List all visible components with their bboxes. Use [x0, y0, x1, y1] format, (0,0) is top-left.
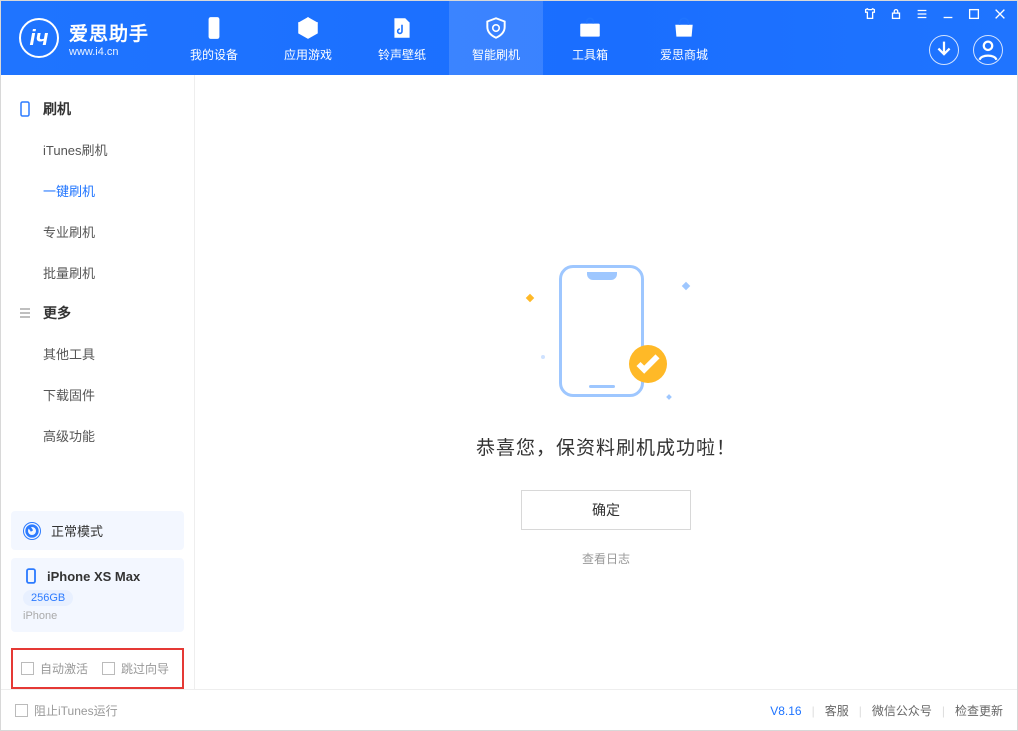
menu-icon[interactable]: [915, 7, 929, 21]
toolbox-icon: [576, 14, 604, 42]
app-url: www.i4.cn: [69, 46, 149, 58]
checkbox-skip-wizard[interactable]: 跳过向导: [102, 660, 169, 677]
close-icon[interactable]: [993, 7, 1007, 21]
sidebar-item-pro-flash[interactable]: 专业刷机: [1, 211, 194, 252]
refresh-shield-icon: [482, 14, 510, 42]
list-icon: [17, 305, 33, 321]
header-actions: [929, 35, 1003, 65]
support-link[interactable]: 客服: [825, 702, 849, 719]
window-controls: [863, 7, 1007, 21]
tshirt-icon[interactable]: [863, 7, 877, 21]
checkbox-icon: [102, 662, 115, 675]
checkbox-auto-activate[interactable]: 自动激活: [21, 660, 88, 677]
nav-store[interactable]: 爱思商城: [637, 1, 731, 75]
section-more: 更多: [1, 293, 194, 333]
sidebar-item-one-click-flash[interactable]: 一键刷机: [1, 170, 194, 211]
device-capacity: 256GB: [23, 590, 73, 606]
ok-button[interactable]: 确定: [521, 490, 691, 530]
download-button[interactable]: [929, 35, 959, 65]
device-type: iPhone: [23, 610, 172, 622]
status-bar: 阻止iTunes运行 V8.16 | 客服 | 微信公众号 | 检查更新: [1, 689, 1017, 731]
app-logo: iч 爱思助手 www.i4.cn: [1, 18, 167, 58]
app-name: 爱思助手: [69, 19, 149, 46]
device-phone-icon: [23, 568, 39, 584]
nav-toolbox[interactable]: 工具箱: [543, 1, 637, 75]
mode-icon: [23, 522, 41, 540]
success-illustration: [521, 265, 691, 405]
sidebar-item-advanced[interactable]: 高级功能: [1, 415, 194, 456]
phone-icon: [200, 14, 228, 42]
sidebar-item-download-firmware[interactable]: 下载固件: [1, 374, 194, 415]
logo-icon: iч: [19, 18, 59, 58]
sidebar-item-batch-flash[interactable]: 批量刷机: [1, 252, 194, 293]
cube-icon: [294, 14, 322, 42]
success-message: 恭喜您，保资料刷机成功啦！: [476, 433, 736, 460]
sidebar-item-other-tools[interactable]: 其他工具: [1, 333, 194, 374]
maximize-icon[interactable]: [967, 7, 981, 21]
check-update-link[interactable]: 检查更新: [955, 702, 1003, 719]
nav-apps-games[interactable]: 应用游戏: [261, 1, 355, 75]
nav-ringtones-wallpapers[interactable]: 铃声壁纸: [355, 1, 449, 75]
wechat-link[interactable]: 微信公众号: [872, 702, 932, 719]
check-badge-icon: [629, 345, 667, 383]
top-nav: 我的设备 应用游戏 铃声壁纸 智能刷机 工具箱 爱思商城: [167, 1, 731, 75]
checkbox-icon: [15, 704, 28, 717]
store-icon: [670, 14, 698, 42]
device-icon: [17, 101, 33, 117]
section-flash: 刷机: [1, 89, 194, 129]
version-label: V8.16: [770, 704, 801, 718]
sidebar: 刷机 iTunes刷机 一键刷机 专业刷机 批量刷机 更多 其他工具 下载固件 …: [1, 75, 195, 689]
checkbox-icon: [21, 662, 34, 675]
device-name: iPhone XS Max: [47, 569, 140, 584]
main-content: 恭喜您，保资料刷机成功啦！ 确定 查看日志: [195, 75, 1017, 689]
title-bar: iч 爱思助手 www.i4.cn 我的设备 应用游戏 铃声壁纸 智能刷机 工具…: [1, 1, 1017, 75]
lock-icon[interactable]: [889, 7, 903, 21]
mode-card[interactable]: 正常模式: [11, 511, 184, 550]
view-log-link[interactable]: 查看日志: [582, 550, 630, 567]
minimize-icon[interactable]: [941, 7, 955, 21]
sidebar-item-itunes-flash[interactable]: iTunes刷机: [1, 129, 194, 170]
account-button[interactable]: [973, 35, 1003, 65]
music-file-icon: [388, 14, 416, 42]
options-highlight-box: 自动激活 跳过向导: [11, 648, 184, 689]
device-card[interactable]: iPhone XS Max 256GB iPhone: [11, 558, 184, 632]
checkbox-block-itunes[interactable]: 阻止iTunes运行: [15, 702, 118, 719]
nav-smart-flash[interactable]: 智能刷机: [449, 1, 543, 75]
mode-label: 正常模式: [51, 521, 103, 540]
nav-my-device[interactable]: 我的设备: [167, 1, 261, 75]
